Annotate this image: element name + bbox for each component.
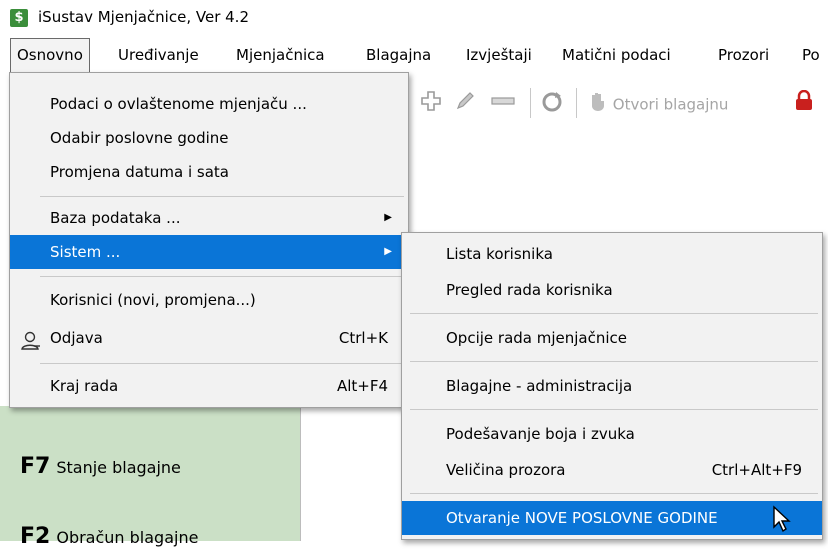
menu-item-label: Kraj rada xyxy=(50,377,119,395)
menu-item-promjena-datuma-i-sata[interactable]: Promjena datuma i sata xyxy=(10,155,408,189)
menu-item-label: Pregled rada korisnika xyxy=(446,281,613,299)
menu-mjenjacnica[interactable]: Mjenjačnica xyxy=(230,38,331,72)
submenu-arrow-icon: ▶ xyxy=(384,212,392,223)
menu-item-baza-podataka[interactable]: Baza podataka ... ▶ xyxy=(10,201,408,235)
menu-item-label: Opcije rada mjenjačnice xyxy=(446,329,628,347)
menu-item-lista-korisnika[interactable]: Lista korisnika xyxy=(402,237,822,271)
menu-item-kraj-rada[interactable]: Kraj rada Alt+F4 xyxy=(10,369,408,403)
menu-item-label: Promjena datuma i sata xyxy=(50,163,229,181)
menu-blagajna[interactable]: Blagajna xyxy=(360,38,437,72)
menu-bar: Osnovno Uređivanje Mjenjačnica Blagajna … xyxy=(0,38,828,74)
menu-item-label: Otvaranje NOVE POSLOVNE GODINE xyxy=(446,509,718,527)
menu-item-opcije-rada-mjenjacnice[interactable]: Opcije rada mjenjačnice xyxy=(402,321,822,355)
menu-item-label: Veličina prozora xyxy=(446,461,566,479)
menu-item-label: Lista korisnika xyxy=(446,245,553,263)
window-title: iSustav Mjenjačnice, Ver 4.2 xyxy=(38,8,249,26)
menu-item-label: Sistem ... xyxy=(50,243,121,261)
lock-icon[interactable] xyxy=(794,89,814,116)
menu-prozori[interactable]: Prozori xyxy=(712,38,775,72)
toolbar-separator xyxy=(576,88,577,118)
menu-item-odabir-poslovne-godine[interactable]: Odabir poslovne godine xyxy=(10,121,408,155)
menu-item-velicina-prozora[interactable]: Veličina prozora Ctrl+Alt+F9 xyxy=(402,453,822,487)
menu-izvjestaji[interactable]: Izvještaji xyxy=(460,38,538,72)
toolbar-separator xyxy=(530,88,531,118)
plus-icon[interactable] xyxy=(420,90,442,116)
menu-item-label: Podešavanje boja i zvuka xyxy=(446,425,635,443)
dollar-app-icon[interactable]: $ xyxy=(10,9,28,27)
f2-obracun-blagajne-button[interactable]: F2 Obračun blagajne xyxy=(20,524,198,549)
f2-label: Obračun blagajne xyxy=(56,528,199,547)
menu-maticni-podaci[interactable]: Matični podaci xyxy=(556,38,677,72)
menu-divider xyxy=(40,363,404,364)
menu-item-pregled-rada-korisnika[interactable]: Pregled rada korisnika xyxy=(402,273,822,307)
menu-divider xyxy=(40,276,404,277)
otvori-blagajnu-button[interactable]: Otvori blagajnu xyxy=(588,90,728,116)
menu-divider xyxy=(410,313,818,314)
menu-divider xyxy=(410,361,818,362)
menu-item-label: Korisnici (novi, promjena...) xyxy=(50,291,256,309)
otvori-blagajnu-label: Otvori blagajnu xyxy=(612,95,729,114)
refresh-icon[interactable] xyxy=(540,90,564,116)
menu-item-odjava[interactable]: Odjava Ctrl+K xyxy=(10,321,408,355)
toolbar: Otvori blagajnu xyxy=(408,80,828,126)
f7-stanje-blagajne-button[interactable]: F7 Stanje blagajne xyxy=(20,454,181,479)
title-bar: $ iSustav Mjenjačnice, Ver 4.2 xyxy=(0,0,828,36)
hand-icon xyxy=(588,90,608,120)
menu-item-otvaranje-nove-poslovne-godine[interactable]: Otvaranje NOVE POSLOVNE GODINE xyxy=(402,501,822,535)
menu-item-blagajne-administracija[interactable]: Blagajne - administracija xyxy=(402,369,822,403)
left-panel: F7 Stanje blagajne F2 Obračun blagajne xyxy=(0,406,301,549)
pencil-icon[interactable] xyxy=(454,90,476,116)
menu-item-label: Odabir poslovne godine xyxy=(50,129,229,147)
f2-key-label: F2 xyxy=(20,524,51,549)
menu-divider xyxy=(410,409,818,410)
menu-item-korisnici[interactable]: Korisnici (novi, promjena...) xyxy=(10,283,408,317)
minus-icon[interactable] xyxy=(490,90,516,116)
f7-key-label: F7 xyxy=(20,454,51,479)
menu-osnovno[interactable]: Osnovno xyxy=(10,38,90,74)
submenu-arrow-icon: ▶ xyxy=(384,246,392,257)
menu-item-podaci-o-ovlastenome-mjenjacu[interactable]: Podaci o ovlaštenome mjenjaču ... xyxy=(10,87,408,121)
menu-uredivanje[interactable]: Uređivanje xyxy=(112,38,205,72)
menu-item-label: Odjava xyxy=(50,329,103,347)
shortcut-label: Ctrl+K xyxy=(338,329,388,347)
menu-item-podesavanje-boja-i-zvuka[interactable]: Podešavanje boja i zvuka xyxy=(402,417,822,451)
menu-item-label: Blagajne - administracija xyxy=(446,377,633,395)
menu-po[interactable]: Po xyxy=(796,38,826,72)
menu-item-label: Podaci o ovlaštenome mjenjaču ... xyxy=(50,95,307,113)
sistem-submenu: Lista korisnika Pregled rada korisnika O… xyxy=(401,232,823,540)
osnovno-menu: Podaci o ovlaštenome mjenjaču ... Odabir… xyxy=(9,72,409,408)
menu-item-label: Baza podataka ... xyxy=(50,209,181,227)
mouse-cursor-icon xyxy=(772,505,792,537)
menu-item-sistem[interactable]: Sistem ... ▶ xyxy=(10,235,408,269)
user-icon xyxy=(20,329,42,363)
shortcut-label: Alt+F4 xyxy=(336,377,388,395)
f7-label: Stanje blagajne xyxy=(56,458,181,477)
menu-divider xyxy=(40,196,404,197)
menu-divider xyxy=(410,493,818,494)
shortcut-label: Ctrl+Alt+F9 xyxy=(711,461,802,479)
